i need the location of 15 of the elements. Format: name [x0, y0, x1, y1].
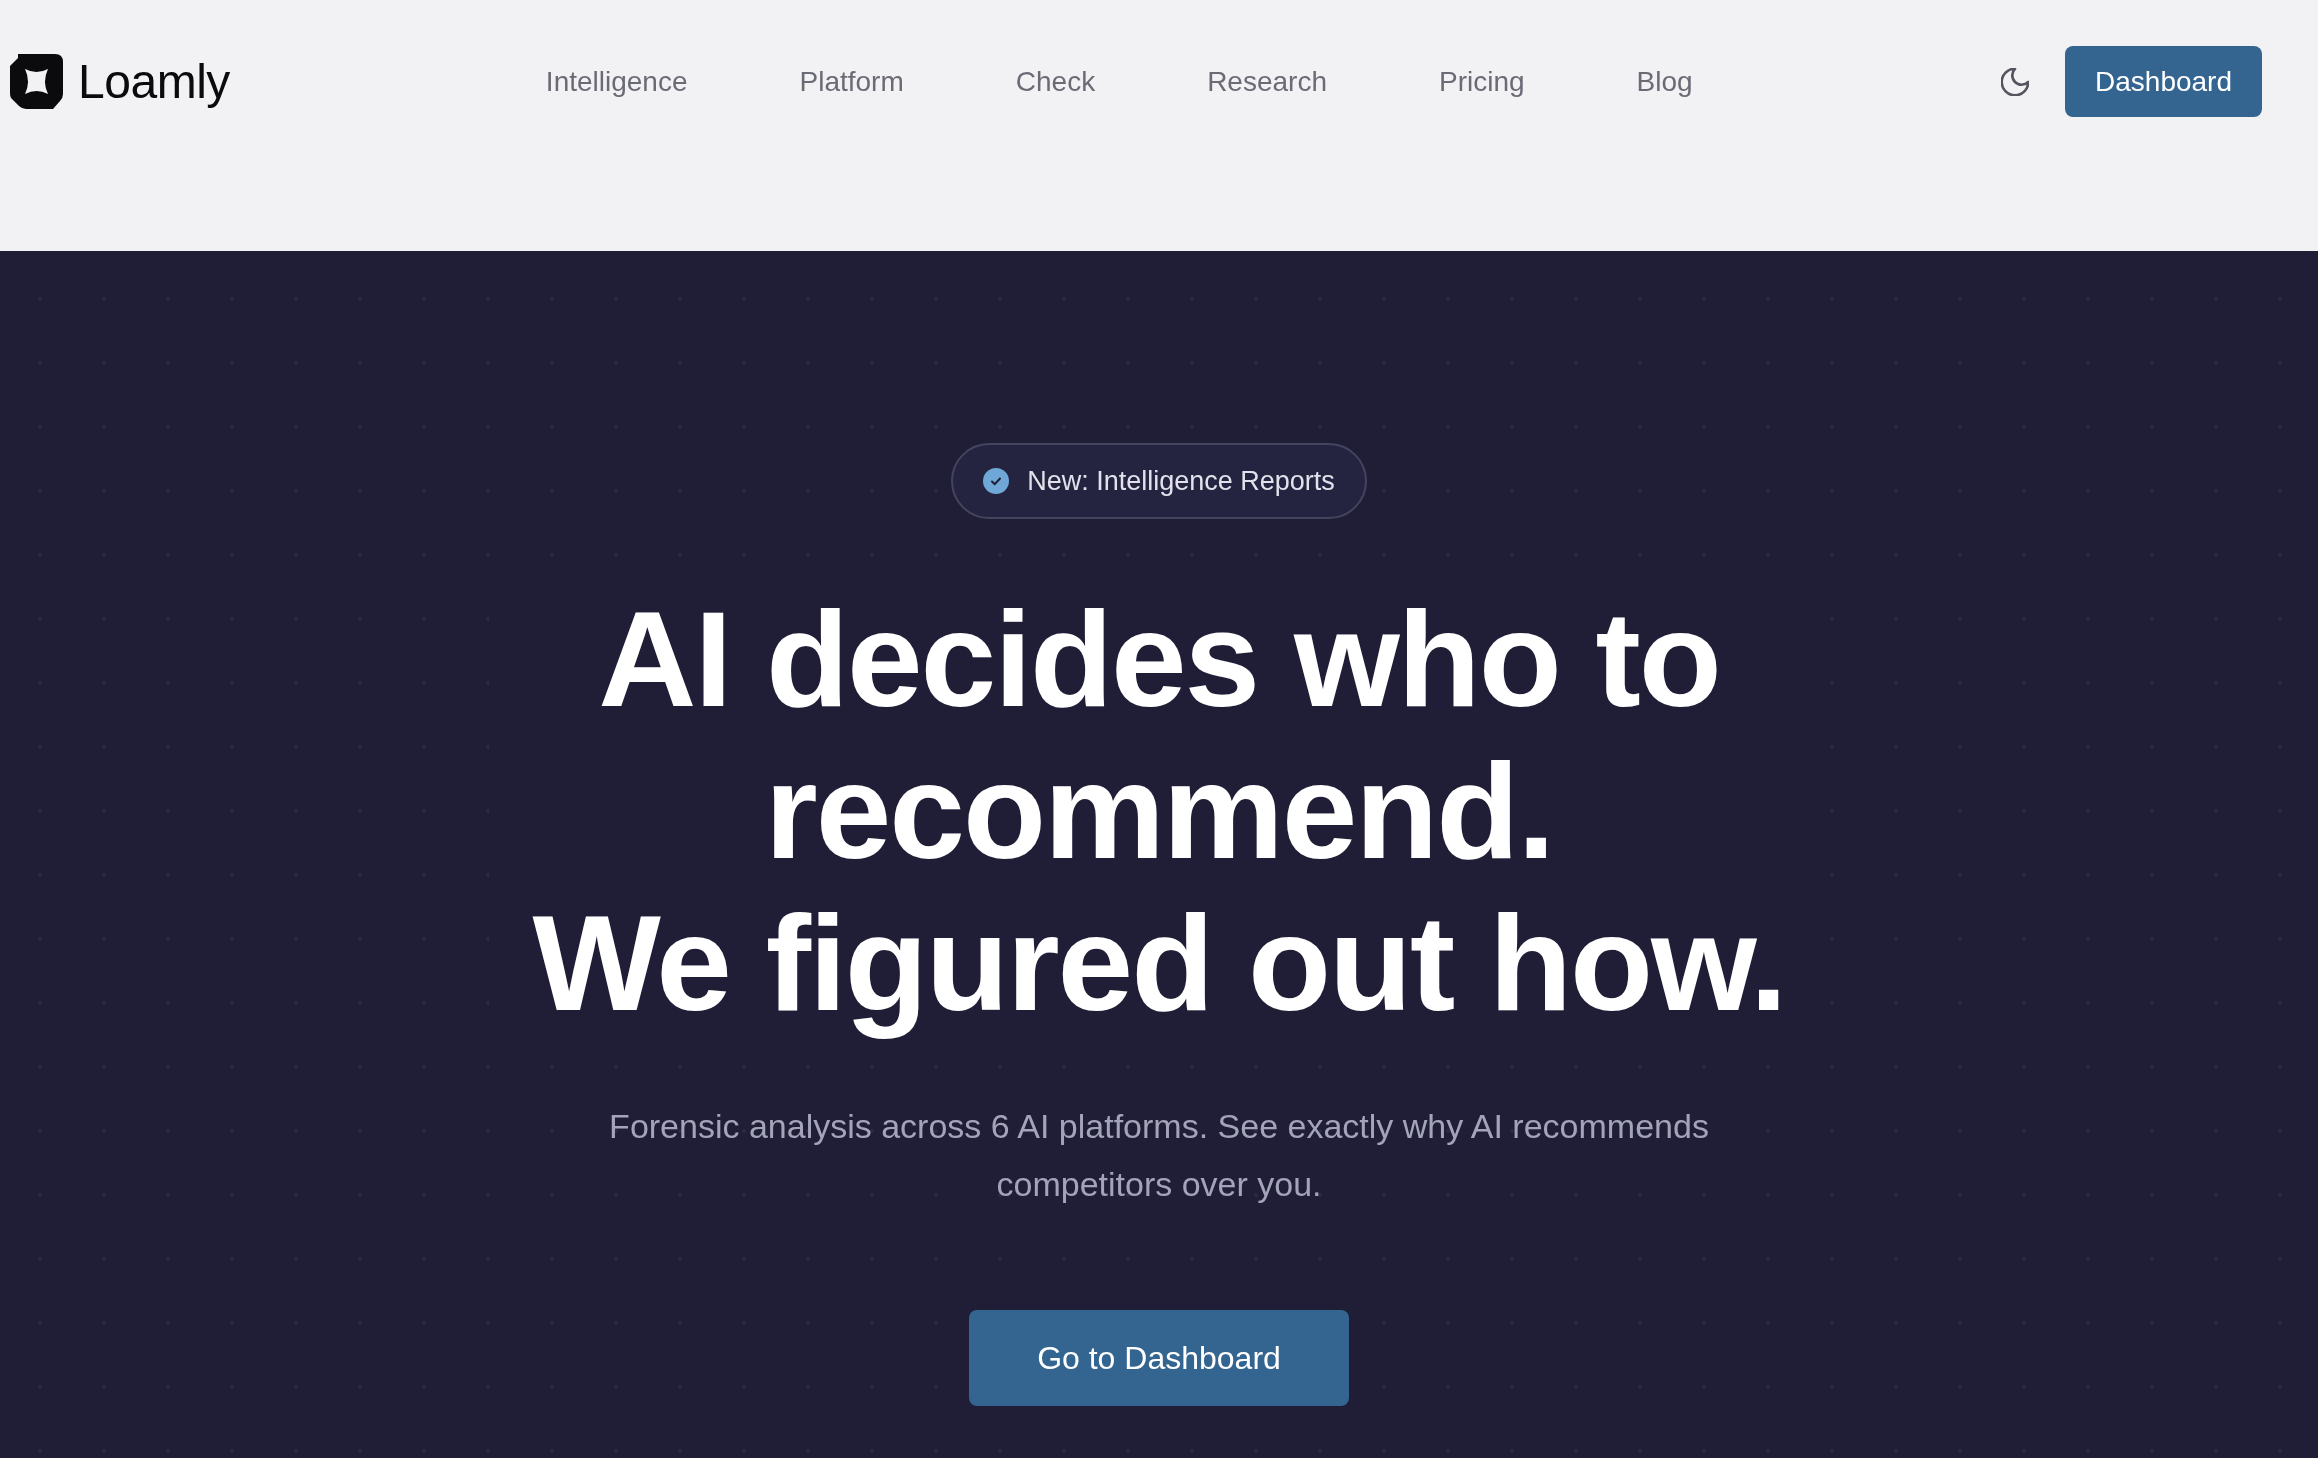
check-circle-icon — [983, 468, 1010, 494]
brand-name: Loamly — [78, 57, 230, 106]
nav-link[interactable]: Platform — [799, 67, 904, 96]
nav-link[interactable]: Intelligence — [545, 67, 688, 96]
nav-link[interactable]: Research — [1207, 67, 1327, 96]
moon-icon — [2001, 67, 2029, 96]
nav-link[interactable]: Pricing — [1439, 67, 1525, 96]
nav-link[interactable]: Check — [1015, 67, 1096, 96]
go-to-dashboard-button[interactable]: Go to Dashboard — [969, 1310, 1349, 1406]
hero-subtitle: Forensic analysis across 6 AI platforms. See exactly why AI recommends competitors over you. — [608, 1106, 1710, 1205]
nav-link[interactable]: Blog — [1636, 67, 1693, 96]
logo-icon — [10, 54, 63, 109]
announcement-badge[interactable]: New: Intelligence Reports — [951, 443, 1367, 519]
badge-text: New: Intelligence Reports — [1027, 467, 1335, 495]
dashboard-button[interactable]: Dashboard — [2065, 46, 2262, 117]
